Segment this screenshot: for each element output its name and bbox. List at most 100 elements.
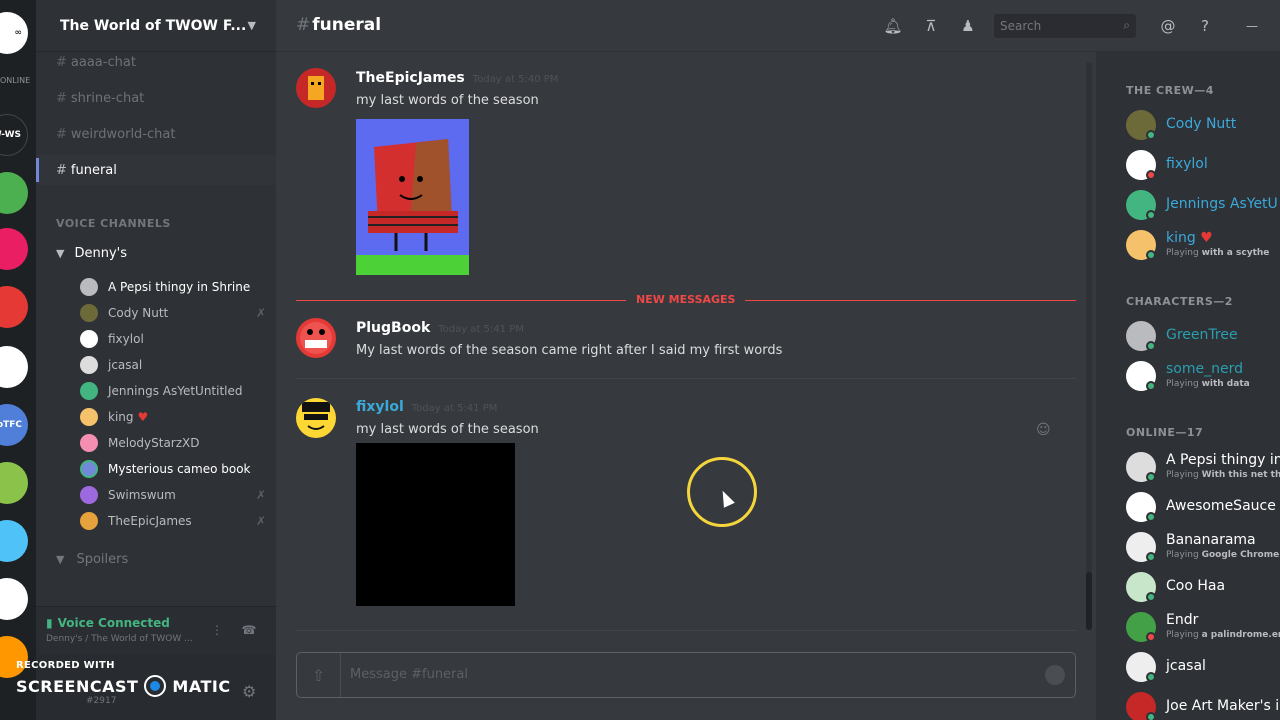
bell-icon[interactable]: 🔔︎ <box>883 15 903 37</box>
server-icon-8[interactable] <box>0 462 28 504</box>
channel-funeral[interactable]: # funeral <box>36 155 276 185</box>
voice-user[interactable]: jcasal <box>80 354 260 376</box>
members-icon[interactable]: ♟ <box>958 15 978 37</box>
voice-channel-dennys[interactable]: ▼ Denny's <box>56 246 127 261</box>
mention-icon[interactable]: @ <box>1158 15 1178 37</box>
search-input[interactable]: Search ⌕ <box>994 14 1136 38</box>
voice-user[interactable]: Mysterious cameo book <box>80 458 260 480</box>
scrollbar[interactable] <box>1086 62 1092 630</box>
help-icon[interactable]: ? <box>1195 15 1215 37</box>
status-dot <box>1146 381 1156 391</box>
member-item[interactable]: Jennings AsYetU <box>1126 190 1280 222</box>
avatar <box>80 434 98 452</box>
message-divider <box>296 378 1076 379</box>
channel-shrine-chat[interactable]: # shrine-chat <box>36 83 276 113</box>
online-label: ONLINE <box>0 76 31 85</box>
server-icon-2[interactable]: W-WS <box>0 114 28 156</box>
guild-header[interactable]: The World of TWOW F... ▼ <box>36 0 276 52</box>
message-image[interactable] <box>356 119 469 275</box>
voice-user[interactable]: TheEpicJames ✗ <box>80 510 266 532</box>
settings-gear-icon[interactable]: ⚙ <box>242 682 256 701</box>
message-list: TheEpicJames Today at 5:40 PM my last wor… <box>276 52 1096 652</box>
member-item[interactable]: king ♥ Playing with a scythe <box>1126 230 1280 262</box>
message-input[interactable]: Message #funeral <box>350 667 468 682</box>
avatar-image <box>308 76 324 100</box>
server-icon-7[interactable]: oTFC <box>0 404 28 446</box>
status-dot <box>1146 472 1156 482</box>
chevron-down-icon: ▼ <box>56 553 65 566</box>
server-icon-1[interactable]: ∞ <box>0 12 28 54</box>
member-item[interactable]: some_nerd Playing with data <box>1126 361 1280 393</box>
voice-user[interactable]: king ♥ <box>80 406 260 428</box>
upload-icon[interactable]: ⇧ <box>297 653 341 697</box>
avatar[interactable] <box>296 398 336 438</box>
channel-header: # funeral 🔔︎ ⊼ ♟ Search ⌕ @ ? — <box>276 0 1280 52</box>
emoji-picker-icon[interactable] <box>1045 665 1065 685</box>
server-icon-3[interactable] <box>0 172 28 214</box>
message-text: my last words of the season <box>356 93 539 108</box>
message-author[interactable]: PlugBook Today at 5:41 PM <box>356 320 524 336</box>
message-timestamp: Today at 5:41 PM <box>438 324 524 335</box>
member-item[interactable]: fixylol <box>1126 150 1280 182</box>
member-item[interactable]: Joe Art Maker's i <box>1126 692 1280 720</box>
disconnect-icon[interactable]: ☎ <box>238 619 260 641</box>
voice-user[interactable]: Jennings AsYetUntitled <box>80 380 260 402</box>
muted-icon: ✗ <box>255 514 266 528</box>
message-author[interactable]: TheEpicJames Today at 5:40 PM <box>356 70 558 86</box>
minimize-icon[interactable]: — <box>1242 15 1262 37</box>
server-icon-5[interactable] <box>0 286 28 328</box>
message-author[interactable]: fixylol Today at 5:41 PM <box>356 399 497 415</box>
member-item[interactable]: AwesomeSauce <box>1126 492 1280 524</box>
avatar <box>80 382 98 400</box>
voice-location: Denny's / The World of TWOW ... <box>46 634 193 644</box>
hash-icon: # <box>56 90 67 106</box>
member-item[interactable]: Bananarama Playing Google Chrome <box>1126 532 1280 564</box>
member-item[interactable]: Cody Nutt <box>1126 110 1280 142</box>
avatar <box>80 278 98 296</box>
voice-user[interactable]: A Pepsi thingy in Shrine <box>80 276 260 298</box>
channel-weirdworld-chat[interactable]: # weirdworld-chat <box>36 119 276 149</box>
message-composer[interactable]: ⇧ Message #funeral <box>296 652 1076 698</box>
server-rail: ∞ ONLINE W-WS oTFC <box>0 0 36 720</box>
channel-sidebar: The World of TWOW F... ▼ # aaaa-chat # shr… <box>36 0 276 720</box>
member-list: THE CREW—4 Cody Nutt fixylol Jennings As… <box>1096 52 1280 720</box>
status-dot <box>1146 672 1156 682</box>
server-icon-10[interactable] <box>0 578 28 620</box>
voice-channels-category[interactable]: VOICE CHANNELS <box>56 217 171 230</box>
category-spoilers[interactable]: ▼ Spoilers <box>56 552 128 567</box>
member-item[interactable]: Coo Haa <box>1126 572 1280 604</box>
voice-user[interactable]: Swimswum ✗ <box>80 484 266 506</box>
member-item[interactable]: A Pepsi thingy in Playing With this net t… <box>1126 452 1280 484</box>
voice-user[interactable]: MelodyStarzXD <box>80 432 260 454</box>
status-dot <box>1146 632 1156 642</box>
server-icon-9[interactable] <box>0 520 28 562</box>
message-text: My last words of the season came right a… <box>356 343 783 358</box>
scrollbar-thumb[interactable] <box>1086 572 1092 630</box>
voice-user[interactable]: Cody Nutt ✗ <box>80 302 266 324</box>
hash-icon: # <box>56 162 67 178</box>
message-video[interactable] <box>356 443 515 606</box>
member-item[interactable]: jcasal <box>1126 652 1280 684</box>
avatar[interactable] <box>296 318 336 358</box>
avatar[interactable] <box>296 68 336 108</box>
add-reaction-icon[interactable]: ☺ <box>1036 422 1051 438</box>
voice-info-button[interactable]: ⋮ <box>206 619 228 641</box>
server-icon-4[interactable] <box>0 228 28 270</box>
channel-aaaa-chat[interactable]: # aaaa-chat <box>36 47 276 77</box>
voice-connection-bar: ▮ Voice Connected Denny's / The World of … <box>36 606 276 654</box>
guild-name: The World of TWOW F... <box>60 17 247 34</box>
heart-icon: ♥ <box>1200 230 1213 246</box>
message-timestamp: Today at 5:41 PM <box>411 403 498 414</box>
chevron-down-icon: ▼ <box>56 247 65 260</box>
avatar <box>80 408 98 426</box>
member-item[interactable]: GreenTree <box>1126 321 1280 353</box>
member-item[interactable]: Endr Playing a palindrome.em <box>1126 612 1280 644</box>
voice-user[interactable]: fixylol <box>80 328 260 350</box>
heart-icon: ♥ <box>137 410 149 424</box>
muted-icon: ✗ <box>255 488 266 502</box>
avatar <box>80 486 98 504</box>
server-icon-6[interactable] <box>0 346 28 388</box>
status-dot <box>1146 512 1156 522</box>
pin-icon[interactable]: ⊼ <box>921 15 941 37</box>
status-dot <box>1146 341 1156 351</box>
